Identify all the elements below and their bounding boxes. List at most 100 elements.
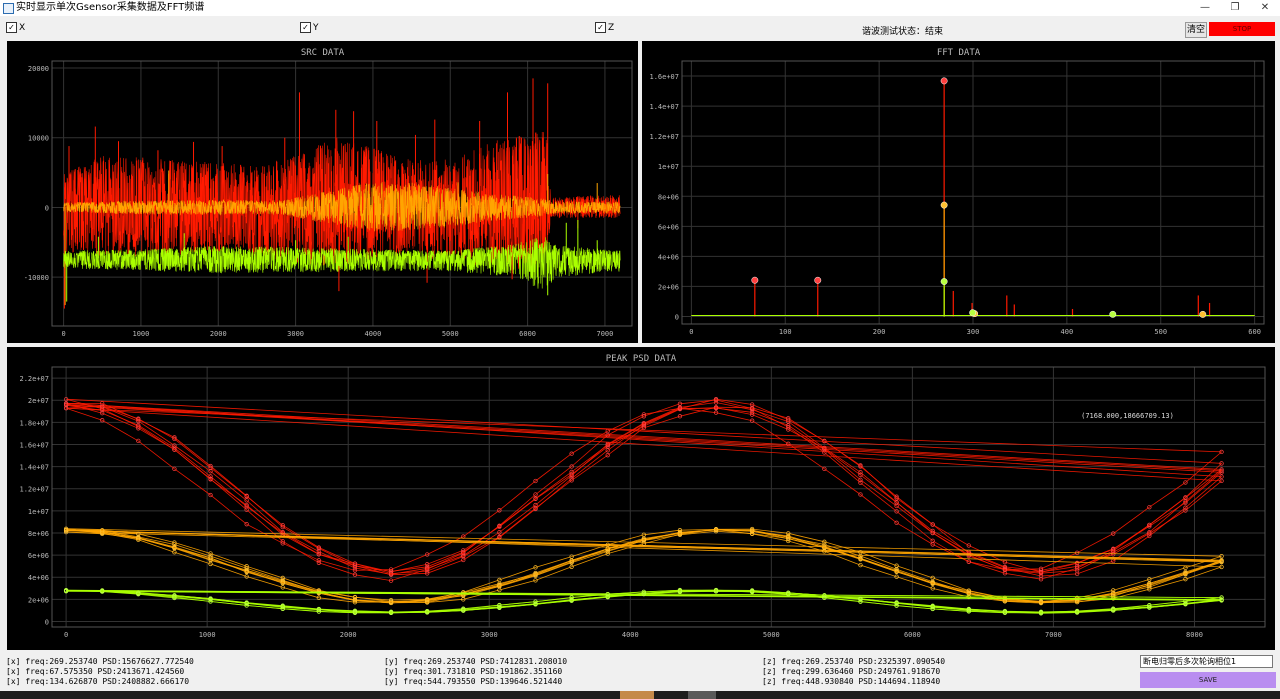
y-tick-label: 1.6e+07 bbox=[19, 441, 49, 449]
x-tick-label: 5000 bbox=[442, 330, 459, 338]
window-title: 实时显示单次Gsensor采集数据及FFT频谱 bbox=[16, 2, 205, 13]
peak-marker-x bbox=[814, 276, 822, 284]
checkbox-x-label: X bbox=[19, 22, 26, 33]
clear-button[interactable]: 清空 bbox=[1185, 22, 1207, 38]
y-tick-label: 6e+06 bbox=[28, 552, 49, 560]
test-status-text: 谐波测试状态：结束 bbox=[862, 27, 944, 37]
fft-data-chart: FFT DATA 0 100 200 300 400 500 600 0 2e+06 4e+06 6e… bbox=[649, 48, 1265, 336]
x-tick-label: 7000 bbox=[597, 330, 614, 338]
stop-button[interactable]: STOP bbox=[1209, 22, 1275, 36]
y-tick-label: 1.2e+07 bbox=[649, 133, 679, 141]
taskbar-app-icon[interactable] bbox=[620, 691, 654, 699]
log-column-z: [z] freq:269.253740 PSD:2325397.090540 [… bbox=[762, 657, 945, 687]
peak-marker-x bbox=[751, 276, 759, 284]
minimize-icon[interactable]: — bbox=[1190, 0, 1220, 16]
y-tick-label: 1.2e+07 bbox=[19, 486, 49, 494]
y-tick-label: 0 bbox=[45, 204, 49, 212]
y-tick-label: 2e+06 bbox=[28, 596, 49, 604]
src-data-chart: SRC DATA 0 1000 2000 3000 4000 5000 6000 7000 -10… bbox=[24, 48, 633, 338]
taskbar bbox=[0, 691, 1280, 699]
x-tick-label: 3000 bbox=[287, 330, 304, 338]
y-tick-label: 8e+06 bbox=[28, 530, 49, 538]
chart-title: SRC DATA bbox=[301, 48, 345, 58]
x-tick-label: 0 bbox=[689, 328, 693, 336]
y-tick-label: 6e+06 bbox=[658, 223, 679, 231]
taskbar-app-icon[interactable] bbox=[688, 691, 716, 699]
x-tick-label: 500 bbox=[1154, 328, 1167, 336]
peak-marker-y bbox=[1199, 310, 1207, 318]
checkbox-z-box[interactable]: ✓ bbox=[595, 22, 606, 33]
x-tick-label: 1000 bbox=[133, 330, 150, 338]
y-tick-label: 20000 bbox=[28, 65, 49, 73]
result-log: [x] freq:269.253740 PSD:15676627.772540 … bbox=[6, 657, 1136, 687]
y-tick-label: 1e+07 bbox=[28, 508, 49, 516]
log-line: [y] freq:269.253740 PSD:7412831.208010 bbox=[384, 657, 568, 666]
fft-data-panel: FFT DATA 0 100 200 300 400 500 600 0 2e+06 4e+06 6e… bbox=[642, 41, 1275, 343]
x-tick-label: 0 bbox=[64, 631, 68, 639]
checkbox-y-label: Y bbox=[313, 22, 319, 33]
close-icon[interactable]: ✕ bbox=[1250, 0, 1280, 16]
x-tick-label: 5000 bbox=[763, 631, 780, 639]
app-icon bbox=[3, 3, 14, 14]
peak-psd-panel: PEAK PSD DATA 0 1000 2000 3000 4000 5000 6000 70… bbox=[7, 347, 1275, 650]
y-tick-label: 0 bbox=[675, 313, 679, 321]
x-tick-label: 7000 bbox=[1045, 631, 1062, 639]
y-tick-label: 1.8e+07 bbox=[19, 419, 49, 427]
peak-marker-z bbox=[969, 309, 977, 317]
y-tick-label: 1.6e+07 bbox=[649, 73, 679, 81]
y-tick-label: 4e+06 bbox=[28, 574, 49, 582]
y-tick-label: 2e+07 bbox=[28, 397, 49, 405]
x-tick-label: 600 bbox=[1248, 328, 1261, 336]
y-tick-label: -10000 bbox=[24, 274, 49, 282]
y-tick-label: 8e+06 bbox=[658, 193, 679, 201]
x-tick-label: 2000 bbox=[210, 330, 227, 338]
x-tick-label: 300 bbox=[967, 328, 980, 336]
y-tick-label: 2e+06 bbox=[658, 283, 679, 291]
x-tick-label: 6000 bbox=[904, 631, 921, 639]
log-line: [y] freq:544.793550 PSD:139646.521440 bbox=[384, 677, 563, 686]
y-tick-label: 10000 bbox=[28, 135, 49, 143]
x-tick-label: 200 bbox=[873, 328, 886, 336]
plot-area-border bbox=[51, 366, 1266, 628]
x-tick-label: 3000 bbox=[481, 631, 498, 639]
x-tick-label: 6000 bbox=[519, 330, 536, 338]
x-tick-label: 0 bbox=[61, 330, 65, 338]
x-tick-label: 100 bbox=[779, 328, 792, 336]
y-tick-label: 0 bbox=[45, 618, 49, 626]
save-button[interactable]: SAVE bbox=[1140, 672, 1276, 688]
log-column-x: [x] freq:269.253740 PSD:15676627.772540 … bbox=[6, 657, 194, 687]
log-line: [z] freq:269.253740 PSD:2325397.090540 bbox=[762, 657, 946, 666]
x-tick-label: 8000 bbox=[1186, 631, 1203, 639]
checkbox-z-label: Z bbox=[608, 22, 615, 33]
title-bar: 实时显示单次Gsensor采集数据及FFT频谱 — ❐ ✕ bbox=[0, 0, 1280, 16]
y-tick-label: 1.4e+07 bbox=[649, 103, 679, 111]
checkbox-x-box[interactable]: ✓ bbox=[6, 22, 17, 33]
chart-title: FFT DATA bbox=[937, 48, 981, 58]
peak-marker-z bbox=[1109, 310, 1117, 318]
peak-marker-x bbox=[940, 77, 948, 85]
chart-title: PEAK PSD DATA bbox=[606, 354, 677, 364]
log-line: [y] freq:301.731810 PSD:191862.351160 bbox=[384, 667, 563, 676]
y-tick-label: 1.4e+07 bbox=[19, 464, 49, 472]
psd-annotation: (7168.000,18666709.13) bbox=[1081, 412, 1174, 420]
log-line: [x] freq:134.626870 PSD:2408882.666170 bbox=[6, 677, 190, 686]
log-line: [x] freq:67.575350 PSD:2413671.424560 bbox=[6, 667, 185, 676]
restore-icon[interactable]: ❐ bbox=[1220, 0, 1250, 16]
checkbox-z[interactable]: ✓ Z bbox=[595, 22, 614, 33]
x-tick-label: 4000 bbox=[622, 631, 639, 639]
src-data-panel: SRC DATA 0 1000 2000 3000 4000 5000 6000 7000 -10… bbox=[7, 41, 638, 343]
peak-marker-z bbox=[940, 278, 948, 285]
log-line: [z] freq:448.930840 PSD:144694.118940 bbox=[762, 677, 941, 686]
checkbox-y-box[interactable]: ✓ bbox=[300, 22, 311, 33]
toolbar: ✓ X ✓ Y ✓ Z 谐波测试状态：结束 清空 STOP bbox=[0, 16, 1280, 40]
checkbox-x[interactable]: ✓ X bbox=[6, 22, 25, 33]
checkbox-y[interactable]: ✓ Y bbox=[300, 22, 319, 33]
peak-marker-y bbox=[940, 201, 948, 209]
log-line: [x] freq:269.253740 PSD:15676627.772540 bbox=[6, 657, 194, 666]
log-line: [z] freq:299.636460 PSD:249761.918670 bbox=[762, 667, 941, 676]
save-name-input[interactable] bbox=[1140, 655, 1273, 668]
x-tick-label: 4000 bbox=[365, 330, 382, 338]
x-tick-label: 400 bbox=[1061, 328, 1074, 336]
peak-psd-chart: PEAK PSD DATA 0 1000 2000 3000 4000 5000 6000 70… bbox=[19, 354, 1266, 639]
signal-trace-z bbox=[63, 237, 621, 289]
